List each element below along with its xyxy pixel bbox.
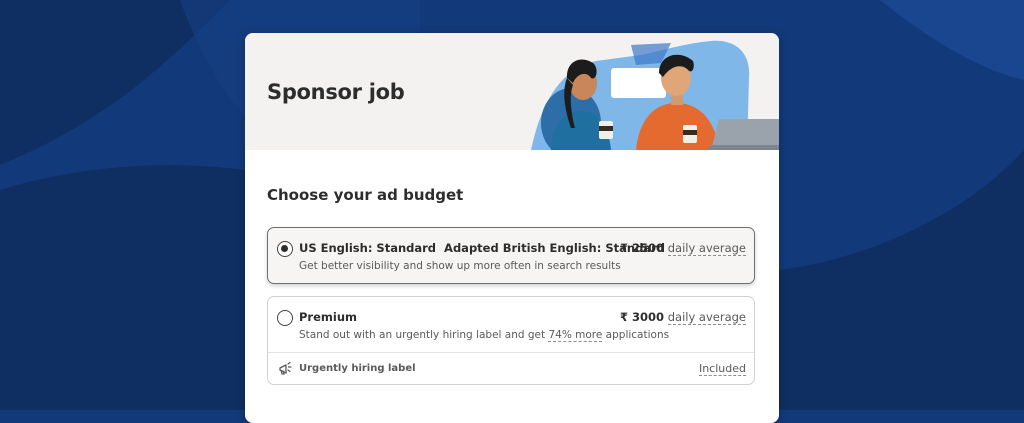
price-daily-average[interactable]: daily average: [667, 310, 746, 325]
option-description: Get better visibility and show up more o…: [299, 260, 621, 272]
page-title: Sponsor job: [267, 80, 405, 104]
radio-standard[interactable]: [277, 241, 293, 257]
radio-premium[interactable]: [277, 310, 293, 326]
description-suffix: applications: [602, 329, 670, 341]
option-description: Stand out with an urgently hiring label …: [299, 329, 670, 342]
price-amount: ₹ 2500: [620, 241, 665, 255]
radio-selected-dot: [281, 245, 288, 252]
feature-included[interactable]: Included: [698, 362, 746, 376]
option-title: Premium: [299, 310, 357, 324]
budget-option-standard[interactable]: US English: Standard Adapted British Eng…: [267, 227, 755, 284]
option-price: ₹ 2500 daily average: [620, 241, 746, 256]
megaphone-icon: [279, 361, 292, 375]
description-highlight[interactable]: 74% more: [548, 329, 603, 342]
price-amount: ₹ 3000: [620, 310, 665, 324]
option-price: ₹ 3000 daily average: [620, 310, 746, 325]
sponsor-job-card: Sponsor job Choose your ad budget US Eng…: [245, 33, 779, 423]
card-header: Sponsor job: [245, 33, 779, 150]
budget-option-premium[interactable]: Premium Stand out with an urgently hirin…: [267, 296, 755, 385]
option-title: US English: Standard Adapted British Eng…: [299, 241, 665, 255]
feature-label: Urgently hiring label: [299, 363, 416, 374]
description-prefix: Stand out with an urgently hiring label …: [299, 329, 549, 341]
price-daily-average[interactable]: daily average: [667, 241, 746, 256]
people-illustration: [531, 40, 779, 150]
section-title: Choose your ad budget: [267, 186, 464, 204]
divider: [268, 352, 754, 353]
